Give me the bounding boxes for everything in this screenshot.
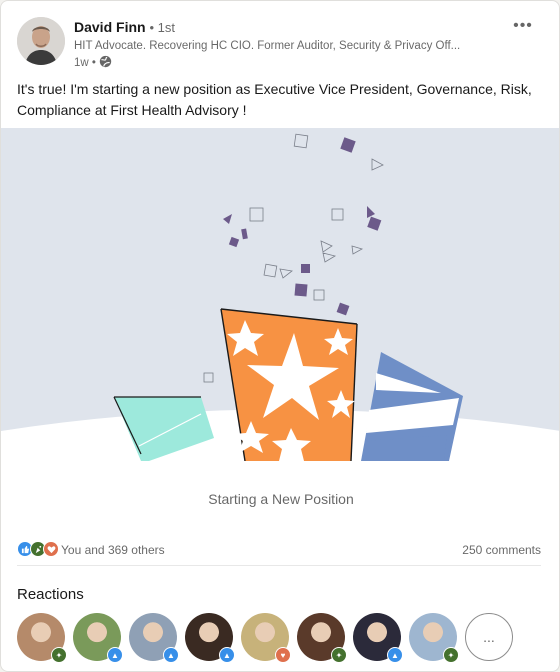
celebrate-icon: ✦ [443,647,459,663]
post-header: David Finn • 1st HIT Advocate. Recoverin… [17,17,543,69]
reactions-heading: Reactions [17,586,84,603]
like-icon: ▲ [219,647,235,663]
author-headline: HIT Advocate. Recovering HC CIO. Former … [74,40,461,52]
overflow-menu-icon[interactable]: ••• [511,18,535,37]
post-timestamp: 1w • [74,57,96,69]
orange-gift [220,308,358,462]
reactor-avatar[interactable]: ✦ [409,613,459,663]
like-icon: ▲ [387,647,403,663]
reactor-avatar[interactable]: ♥ [241,613,291,663]
like-icon: ▲ [163,647,179,663]
connection-degree: • 1st [149,20,175,35]
reactor-avatar[interactable]: ▲ [73,613,123,663]
globe-icon [99,55,112,71]
author-avatar[interactable] [17,17,65,65]
reactor-avatar[interactable]: ✦ [17,613,67,663]
divider [17,565,541,566]
social-counts: You and 369 others 250 comments [17,541,541,561]
reactor-avatar[interactable]: ▲ [129,613,179,663]
comments-count[interactable]: 250 comments [462,543,541,557]
author-name-line[interactable]: David Finn • 1st [74,19,175,35]
like-icon: ▲ [107,647,123,663]
reactor-avatars: ✦ ▲ ▲ ▲ ♥ ✦ ▲ ✦... [17,613,513,663]
reactor-avatar[interactable]: ▲ [353,613,403,663]
author-name[interactable]: David Finn [74,19,146,35]
feed-post-card: David Finn • 1st HIT Advocate. Recoverin… [0,0,560,672]
love-icon [43,541,59,557]
reactions-count[interactable]: You and 369 others [61,543,165,557]
reaction-icons[interactable] [17,541,59,557]
new-position-illustration[interactable] [1,128,559,462]
more-reactions-button[interactable]: ... [465,613,513,661]
reactor-avatar[interactable]: ✦ [297,613,347,663]
celebrate-icon: ✦ [331,647,347,663]
post-text: It's true! I'm starting a new position a… [17,81,532,118]
celebrate-icon: ✦ [51,647,67,663]
love-icon: ♥ [275,647,291,663]
post-time: 1w • [74,55,112,71]
illustration-caption: Starting a New Position [208,491,354,507]
reactor-avatar[interactable]: ▲ [185,613,235,663]
